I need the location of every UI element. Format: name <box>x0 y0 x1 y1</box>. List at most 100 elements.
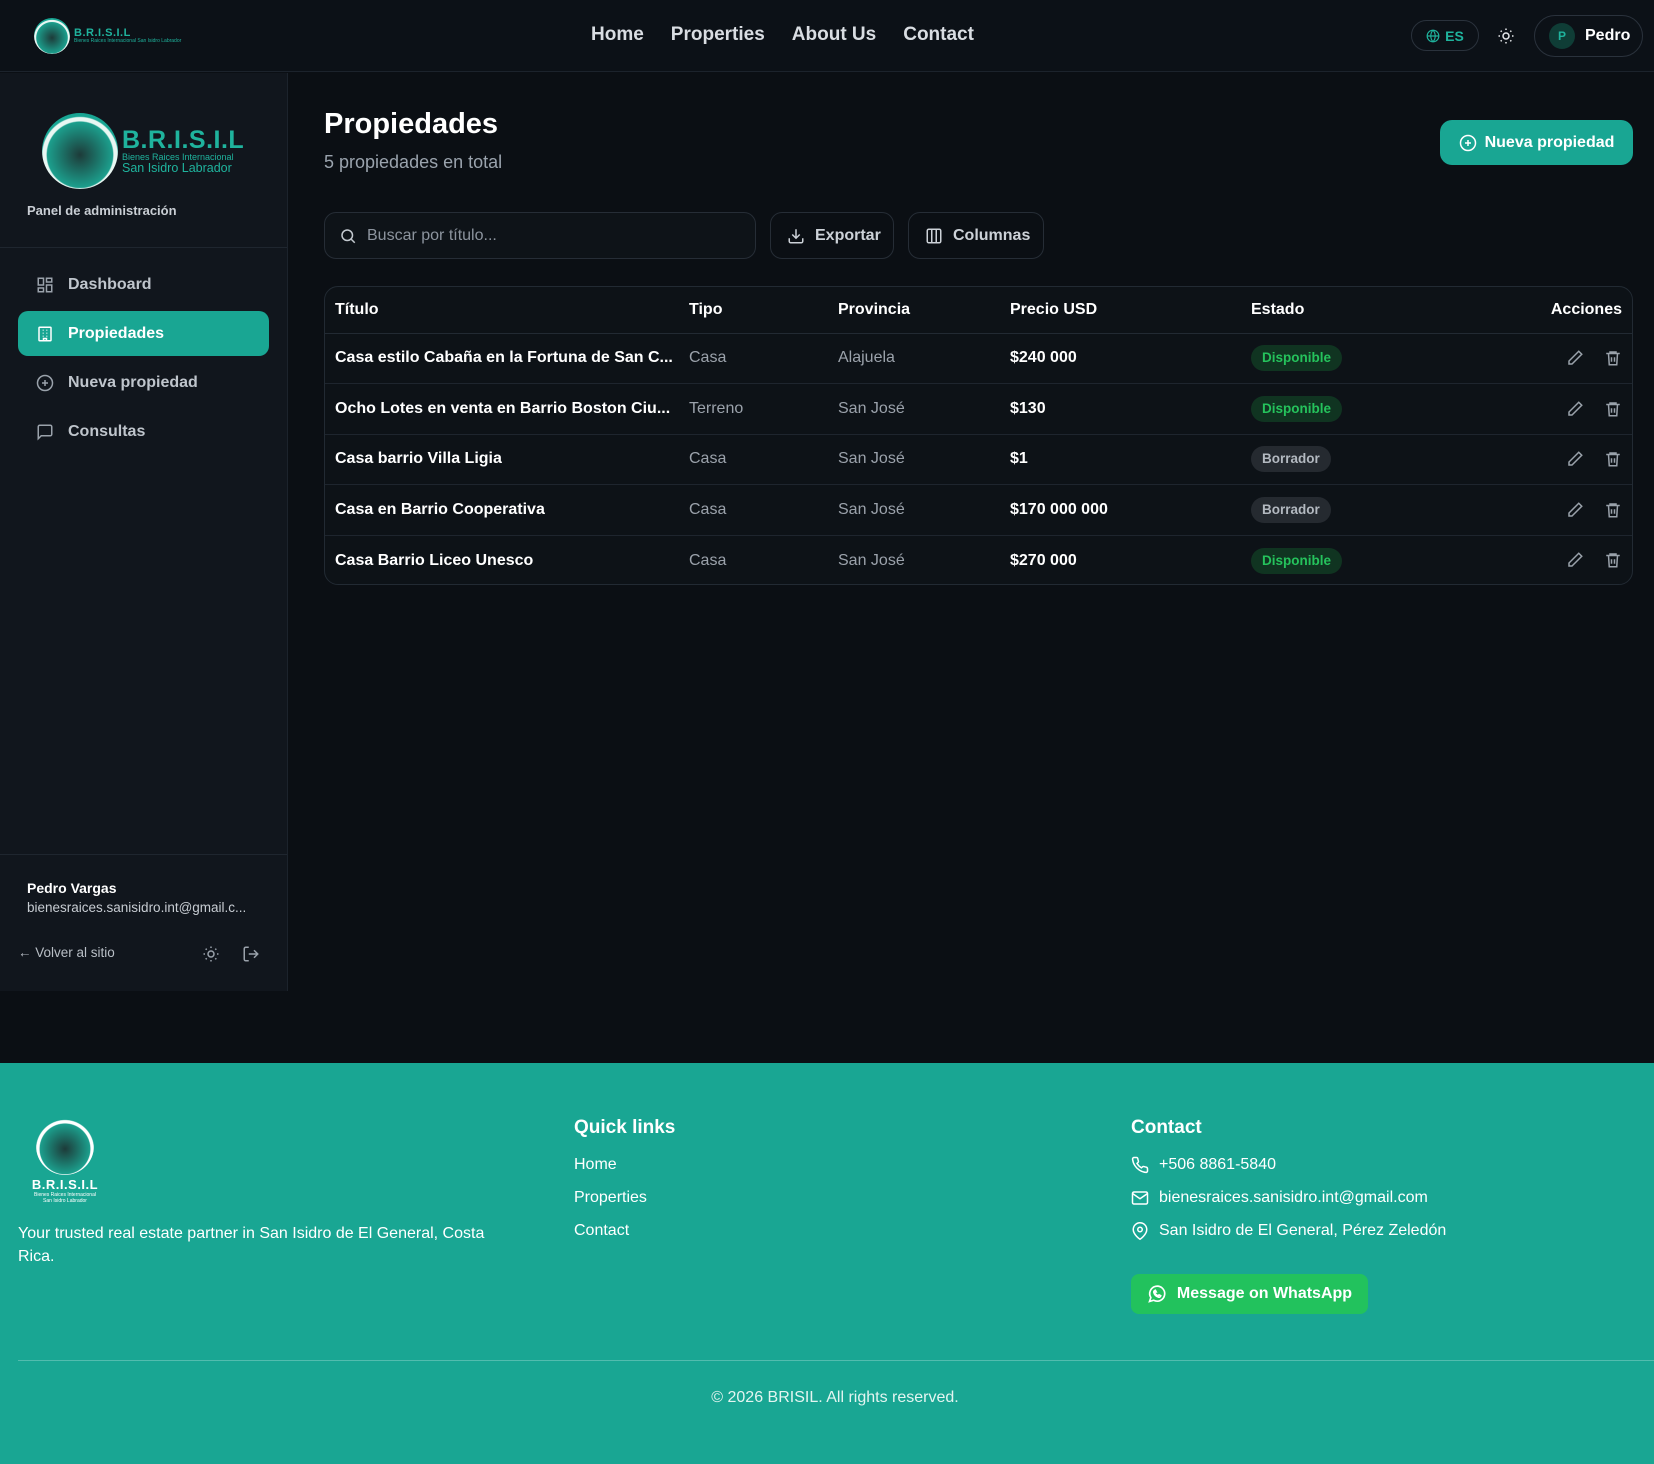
plus-circle-icon <box>36 374 54 391</box>
trash-icon[interactable] <box>1604 349 1622 367</box>
row-title[interactable]: Casa estilo Cabaña en la Fortuna de San … <box>325 333 689 384</box>
row-title[interactable]: Ocho Lotes en venta en Barrio Boston Ciu… <box>325 383 689 435</box>
sidebar-item-label: Dashboard <box>68 275 152 293</box>
footer-link-contact[interactable]: Contact <box>574 1222 647 1240</box>
nav-home[interactable]: Home <box>591 24 644 46</box>
contact-email[interactable]: bienesraices.sanisidro.int@gmail.com <box>1159 1189 1428 1207</box>
header-logo[interactable]: B.R.I.S.I.L Bienes Raices Internacional … <box>34 18 181 54</box>
globe-icon <box>1426 29 1440 42</box>
table-row[interactable]: Casa Barrio Liceo Unesco Casa San José $… <box>325 535 1632 584</box>
properties-table: Título Tipo Provincia Precio USD Estado … <box>324 286 1633 585</box>
logo-emblem-icon <box>34 18 70 54</box>
footer-logo-subtext: Bienes Raices Internacional San Isidro L… <box>34 1192 96 1204</box>
whatsapp-button[interactable]: Message on WhatsApp <box>1131 1274 1368 1314</box>
column-header-tipo[interactable]: Tipo <box>689 287 838 334</box>
trash-icon[interactable] <box>1604 400 1622 418</box>
theme-toggle-button[interactable] <box>1494 24 1518 48</box>
footer-divider <box>18 1360 1654 1361</box>
table-row[interactable]: Casa estilo Cabaña en la Fortuna de San … <box>325 333 1632 384</box>
row-title[interactable]: Casa en Barrio Cooperativa <box>325 484 689 536</box>
main-nav: Home Properties About Us Contact <box>591 24 1001 46</box>
edit-icon[interactable] <box>1566 551 1584 569</box>
sidebar-item-label: Propiedades <box>68 324 165 342</box>
column-header-acciones: Acciones <box>1511 287 1632 334</box>
nav-contact[interactable]: Contact <box>903 24 974 46</box>
sidebar-brand-name: B.R.I.S.I.L <box>122 125 245 154</box>
logo-emblem-icon <box>36 1117 94 1175</box>
sun-icon <box>1498 28 1514 44</box>
new-property-label: Nueva propiedad <box>1484 133 1615 151</box>
export-button[interactable]: Exportar <box>770 212 894 259</box>
row-tipo: Terreno <box>689 383 838 435</box>
page-title: Propiedades <box>324 108 499 140</box>
contact-address: San Isidro de El General, Pérez Zeledón <box>1159 1222 1447 1239</box>
trash-icon[interactable] <box>1604 501 1622 519</box>
columns-button[interactable]: Columnas <box>908 212 1044 259</box>
row-title[interactable]: Casa Barrio Liceo Unesco <box>325 535 689 584</box>
column-header-provincia[interactable]: Provincia <box>838 287 1010 334</box>
nav-about-us[interactable]: About Us <box>792 24 876 46</box>
table-header-row: Título Tipo Provincia Precio USD Estado … <box>325 287 1632 334</box>
sidebar-item-label: Consultas <box>68 422 146 440</box>
plus-circle-icon <box>1459 134 1476 151</box>
footer-link-properties[interactable]: Properties <box>574 1189 647 1207</box>
map-pin-icon <box>1132 1222 1148 1240</box>
language-code: ES <box>1445 27 1464 44</box>
table-row[interactable]: Ocho Lotes en venta en Barrio Boston Ciu… <box>325 383 1632 435</box>
sidebar-user-name: Pedro Vargas <box>27 880 117 896</box>
user-name: Pedro <box>1585 27 1631 44</box>
back-to-site-link[interactable]: ← Volver al sitio <box>18 945 115 960</box>
status-badge: Disponible <box>1251 395 1343 422</box>
sun-icon <box>203 946 219 962</box>
table-row[interactable]: Casa en Barrio Cooperativa Casa San José… <box>325 484 1632 536</box>
column-header-estado[interactable]: Estado <box>1251 287 1511 334</box>
footer-spacer <box>0 991 1654 1063</box>
dashboard-icon <box>37 277 53 292</box>
mail-icon <box>1131 1191 1149 1205</box>
edit-icon[interactable] <box>1566 501 1584 519</box>
status-badge: Borrador <box>1251 496 1331 523</box>
table-row[interactable]: Casa barrio Villa Ligia Casa San José $1… <box>325 434 1632 485</box>
row-tipo: Casa <box>689 484 838 536</box>
whatsapp-label: Message on WhatsApp <box>1176 1285 1353 1302</box>
sidebar-item-dashboard[interactable]: Dashboard <box>18 262 269 307</box>
language-switcher[interactable]: ES <box>1411 20 1479 51</box>
logout-button[interactable] <box>242 945 260 963</box>
edit-icon[interactable] <box>1566 450 1584 468</box>
sidebar-item-propiedades[interactable]: Propiedades <box>18 311 269 356</box>
logout-icon <box>243 946 259 962</box>
search-input[interactable] <box>367 226 727 245</box>
contact-info: +506 8861-5840 bienesraices.sanisidro.in… <box>1131 1156 1446 1255</box>
download-icon <box>788 228 804 243</box>
row-provincia: San José <box>838 484 1010 536</box>
sidebar-user: Pedro Vargas bienesraices.sanisidro.int@… <box>27 880 246 915</box>
footer-link-home[interactable]: Home <box>574 1156 647 1174</box>
trash-icon[interactable] <box>1604 551 1622 569</box>
sidebar-item-nueva-propiedad[interactable]: Nueva propiedad <box>18 360 269 405</box>
edit-icon[interactable] <box>1566 400 1584 418</box>
row-title[interactable]: Casa barrio Villa Ligia <box>325 434 689 485</box>
columns-label: Columnas <box>953 226 1031 244</box>
sidebar-theme-toggle[interactable] <box>202 945 220 963</box>
sidebar-user-email: bienesraices.sanisidro.int@gmail.c... <box>27 900 247 915</box>
column-header-precio[interactable]: Precio USD <box>1010 287 1251 334</box>
trash-icon[interactable] <box>1604 450 1622 468</box>
sidebar-divider <box>0 247 287 248</box>
nav-properties[interactable]: Properties <box>671 24 765 46</box>
row-precio: $240 000 <box>1010 333 1251 384</box>
column-header-titulo[interactable]: Título <box>325 287 689 334</box>
contact-phone[interactable]: +506 8861-5840 <box>1159 1156 1276 1174</box>
logo-emblem-icon <box>42 113 118 189</box>
edit-icon[interactable] <box>1566 349 1584 367</box>
user-menu-button[interactable]: P Pedro <box>1534 15 1643 57</box>
row-provincia: San José <box>838 551 905 569</box>
new-property-button[interactable]: Nueva propiedad <box>1440 120 1633 165</box>
footer-logo[interactable]: B.R.I.S.I.L Bienes Raices Internacional … <box>32 1117 98 1204</box>
row-precio: $170 000 000 <box>1010 484 1251 536</box>
admin-sidebar: B.R.I.S.I.L Bienes Raices Internacional … <box>0 73 288 991</box>
row-tipo: Casa <box>689 551 727 569</box>
sidebar-brand: B.R.I.S.I.L Bienes Raices Internacional … <box>42 113 244 189</box>
row-precio: $1 <box>1010 434 1251 485</box>
sidebar-item-consultas[interactable]: Consultas <box>18 409 269 454</box>
export-label: Exportar <box>815 226 881 244</box>
